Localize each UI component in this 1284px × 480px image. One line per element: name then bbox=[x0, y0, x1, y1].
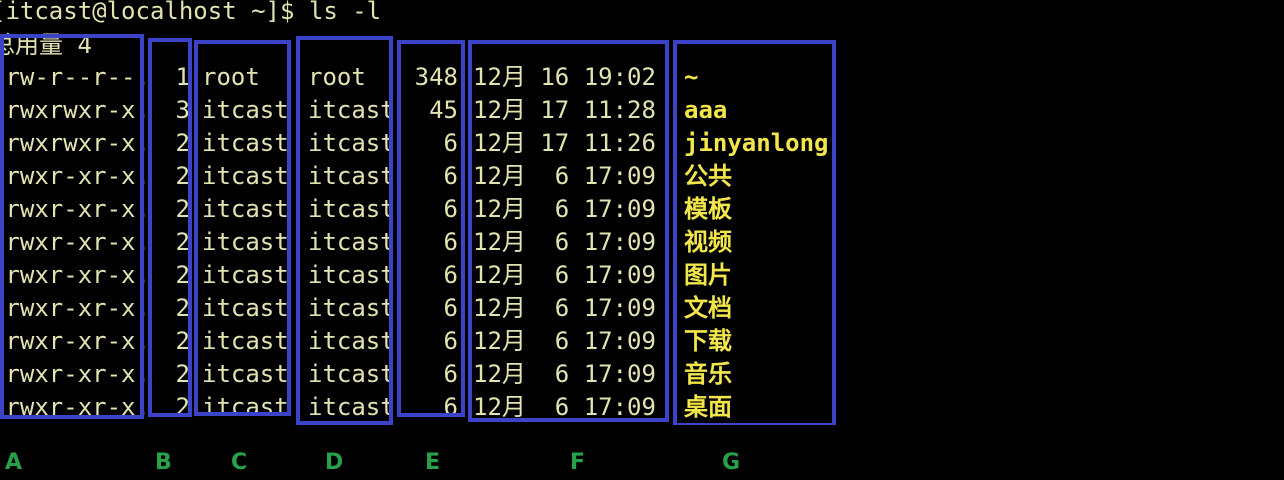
row-file-name: 公共 bbox=[684, 162, 732, 190]
row-permissions: drwxr-xr-x. bbox=[0, 360, 150, 388]
row-group: itcast bbox=[308, 228, 395, 256]
row-file-name: aaa bbox=[684, 96, 728, 124]
row-date: 12月 16 19:02 bbox=[473, 63, 656, 91]
row-group: itcast bbox=[308, 261, 395, 289]
prompt-line: [itcast@localhost ~]$ ls -l bbox=[0, 0, 382, 25]
row-group: itcast bbox=[308, 162, 395, 190]
row-permissions: -rw-r--r--. bbox=[0, 63, 150, 91]
column-label-d: D bbox=[325, 450, 344, 475]
row-group: root bbox=[308, 63, 366, 91]
row-date: 12月 6 17:09 bbox=[473, 294, 656, 322]
row-group: itcast bbox=[308, 195, 395, 223]
row-size: 45 bbox=[429, 96, 458, 124]
row-permissions: drwxr-xr-x. bbox=[0, 393, 150, 421]
row-permissions: drwxrwxr-x. bbox=[0, 96, 150, 124]
row-date: 12月 17 11:26 bbox=[473, 129, 656, 157]
row-link-count: 2 bbox=[175, 327, 190, 355]
row-link-count: 2 bbox=[175, 195, 190, 223]
row-link-count: 1 bbox=[175, 63, 190, 91]
row-file-name: ~ bbox=[684, 63, 699, 91]
row-date: 12月 6 17:09 bbox=[473, 327, 656, 355]
row-file-name: 文档 bbox=[684, 294, 732, 322]
row-group: itcast bbox=[308, 327, 395, 355]
row-group: itcast bbox=[308, 96, 395, 124]
row-date: 12月 6 17:09 bbox=[473, 228, 656, 256]
row-file-name: 模板 bbox=[684, 195, 732, 223]
row-owner: itcast bbox=[202, 327, 289, 355]
row-owner: itcast bbox=[202, 129, 289, 157]
row-link-count: 2 bbox=[175, 228, 190, 256]
row-owner: itcast bbox=[202, 96, 289, 124]
row-link-count: 3 bbox=[175, 96, 190, 124]
row-owner: itcast bbox=[202, 360, 289, 388]
row-owner: itcast bbox=[202, 162, 289, 190]
row-size: 6 bbox=[443, 162, 458, 190]
row-link-count: 2 bbox=[175, 393, 190, 421]
row-size: 6 bbox=[443, 195, 458, 223]
column-label-a: A bbox=[5, 450, 23, 475]
row-file-name: 视频 bbox=[684, 228, 732, 256]
row-group: itcast bbox=[308, 393, 395, 421]
row-date: 12月 6 17:09 bbox=[473, 393, 656, 421]
row-file-name: jinyanlong bbox=[684, 129, 829, 157]
terminal-window: [itcast@localhost ~]$ ls -l 总用量 4 -rw-r-… bbox=[0, 0, 1284, 425]
row-date: 12月 17 11:28 bbox=[473, 96, 656, 124]
row-size: 6 bbox=[443, 261, 458, 289]
row-size: 6 bbox=[443, 129, 458, 157]
column-label-e: E bbox=[425, 450, 441, 475]
row-permissions: drwxr-xr-x. bbox=[0, 195, 150, 223]
row-link-count: 2 bbox=[175, 360, 190, 388]
row-size: 6 bbox=[443, 360, 458, 388]
row-link-count: 2 bbox=[175, 261, 190, 289]
row-date: 12月 6 17:09 bbox=[473, 261, 656, 289]
row-permissions: drwxr-xr-x. bbox=[0, 261, 150, 289]
column-label-f: F bbox=[570, 450, 586, 475]
row-date: 12月 6 17:09 bbox=[473, 195, 656, 223]
row-file-name: 桌面 bbox=[684, 393, 732, 421]
row-link-count: 2 bbox=[175, 162, 190, 190]
row-owner: itcast bbox=[202, 228, 289, 256]
row-date: 12月 6 17:09 bbox=[473, 360, 656, 388]
row-permissions: drwxr-xr-x. bbox=[0, 228, 150, 256]
row-size: 6 bbox=[443, 393, 458, 421]
row-file-name: 音乐 bbox=[684, 360, 732, 388]
row-group: itcast bbox=[308, 360, 395, 388]
row-date: 12月 6 17:09 bbox=[473, 162, 656, 190]
column-label-g: G bbox=[722, 450, 741, 475]
row-size: 6 bbox=[443, 327, 458, 355]
row-permissions: drwxrwxr-x. bbox=[0, 129, 150, 157]
row-permissions: drwxr-xr-x. bbox=[0, 327, 150, 355]
row-size: 6 bbox=[443, 294, 458, 322]
row-owner: itcast bbox=[202, 261, 289, 289]
row-size: 348 bbox=[414, 63, 458, 91]
row-owner: itcast bbox=[202, 195, 289, 223]
row-file-name: 下载 bbox=[684, 327, 732, 355]
total-line: 总用量 4 bbox=[0, 31, 92, 59]
column-label-b: B bbox=[155, 450, 172, 475]
row-size: 6 bbox=[443, 228, 458, 256]
row-link-count: 2 bbox=[175, 129, 190, 157]
row-file-name: 图片 bbox=[684, 261, 732, 289]
row-permissions: drwxr-xr-x. bbox=[0, 162, 150, 190]
row-link-count: 2 bbox=[175, 294, 190, 322]
row-owner: itcast bbox=[202, 294, 289, 322]
row-owner: itcast bbox=[202, 393, 289, 421]
row-group: itcast bbox=[308, 129, 395, 157]
column-label-c: C bbox=[231, 450, 248, 475]
row-permissions: drwxr-xr-x. bbox=[0, 294, 150, 322]
row-owner: root bbox=[202, 63, 260, 91]
row-group: itcast bbox=[308, 294, 395, 322]
